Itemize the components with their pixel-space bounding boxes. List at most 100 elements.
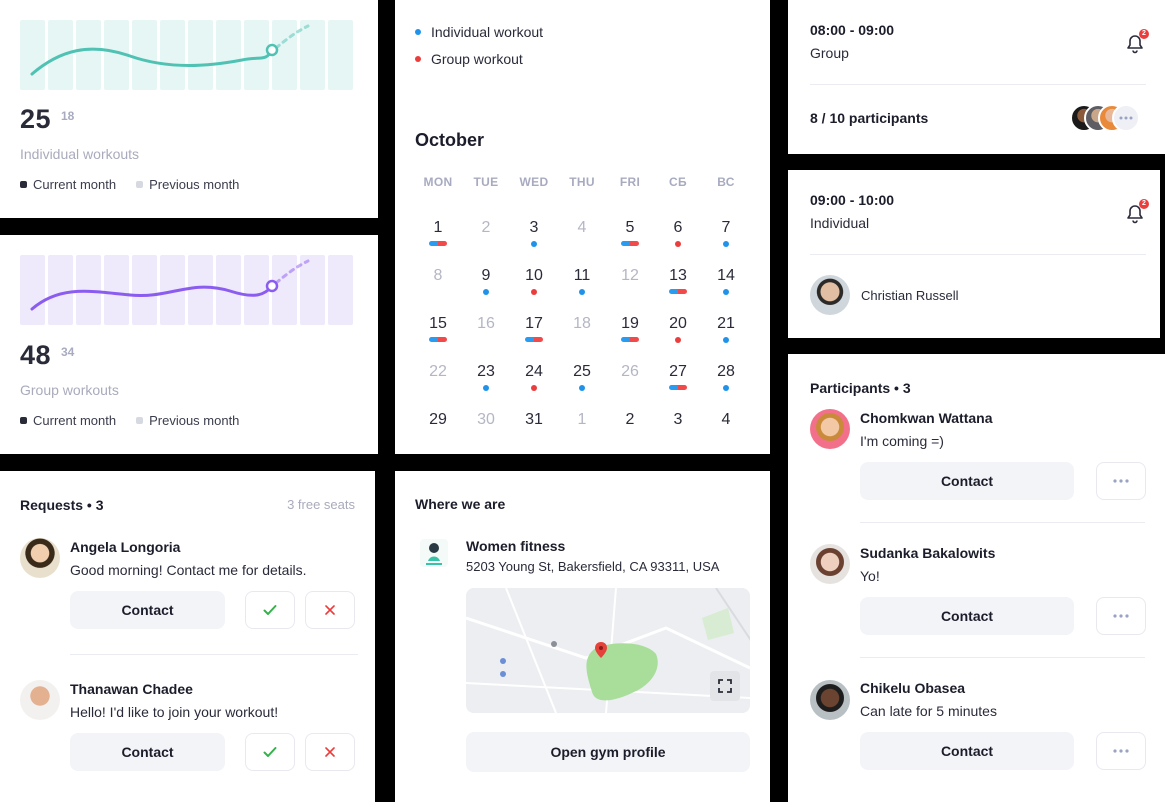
weekday-header: THU	[569, 175, 595, 189]
participant-message: Yo!	[860, 568, 880, 584]
calendar-day[interactable]: 10	[511, 267, 557, 285]
calendar-day[interactable]: 14	[703, 267, 749, 285]
calendar-day[interactable]: 8	[415, 267, 461, 285]
decline-button[interactable]	[305, 591, 355, 629]
more-options-button[interactable]	[1096, 597, 1146, 635]
calendar-day[interactable]: 16	[463, 315, 509, 333]
calendar-day[interactable]: 27	[655, 363, 701, 381]
previous-month-swatch	[136, 417, 144, 424]
more-icon	[1113, 614, 1129, 618]
open-gym-profile-button[interactable]: Open gym profile	[466, 732, 750, 772]
calendar-day[interactable]: 3	[655, 411, 701, 429]
workout-marker	[607, 241, 653, 246]
notification-button[interactable]: 2	[1124, 199, 1149, 224]
calendar-day[interactable]: 13	[655, 267, 701, 285]
stat-trend-line	[30, 259, 310, 311]
map[interactable]	[466, 588, 750, 713]
calendar-day[interactable]: 18	[559, 315, 605, 333]
weekday-header: WED	[519, 175, 549, 189]
accept-button[interactable]	[245, 733, 295, 771]
participant-name: Christian Russell	[861, 288, 959, 303]
month-title: October	[415, 130, 485, 150]
participant-avatars[interactable]	[1070, 104, 1160, 132]
contact-button[interactable]: Contact	[860, 732, 1074, 770]
calendar-day[interactable]: 12	[607, 267, 653, 285]
weekday-header: FRI	[619, 175, 641, 189]
contact-button[interactable]: Contact	[860, 462, 1074, 500]
location-card: Where we are Women fitness 5203 Young St…	[395, 471, 770, 802]
check-icon	[263, 747, 277, 757]
more-options-button[interactable]	[1096, 732, 1146, 770]
calendar-day[interactable]: 1	[559, 411, 605, 429]
calendar-day[interactable]: 29	[415, 411, 461, 429]
calendar-day[interactable]: 9	[463, 267, 509, 285]
close-icon	[325, 747, 335, 757]
participants-card: Participants • 3 Chomkwan Wattana I'm co…	[788, 354, 1165, 802]
more-icon	[1113, 479, 1129, 483]
workout-marker	[655, 385, 701, 390]
calendar-day[interactable]: 6	[655, 219, 701, 237]
calendar-day[interactable]: 24	[511, 363, 557, 381]
legend-individual: Individual workout	[415, 24, 543, 40]
legend-individual-label: Individual workout	[431, 24, 544, 40]
individual-dot	[415, 29, 421, 35]
decline-button[interactable]	[305, 733, 355, 771]
calendar-day[interactable]: 3	[511, 219, 557, 237]
accept-button[interactable]	[245, 591, 295, 629]
notification-badge: 2	[1139, 199, 1149, 209]
fullscreen-button[interactable]	[710, 671, 740, 701]
legend-group: Group workout	[415, 51, 543, 67]
participant-name: Sudanka Bakalowits	[860, 545, 996, 561]
calendar-day[interactable]: 28	[703, 363, 749, 381]
check-icon	[263, 605, 277, 615]
calendar-day[interactable]: 4	[559, 219, 605, 237]
calendar-day[interactable]: 2	[607, 411, 653, 429]
workout-marker	[511, 337, 557, 342]
calendar-day[interactable]: 26	[607, 363, 653, 381]
calendar-day[interactable]: 20	[655, 315, 701, 333]
participant-message: I'm coming =)	[860, 433, 944, 449]
notification-button[interactable]: 2	[1124, 29, 1149, 54]
contact-button[interactable]: Contact	[70, 591, 225, 629]
workout-marker	[559, 385, 605, 391]
calendar-legend: Individual workout Group workout	[415, 24, 543, 67]
stat-label: Group workouts	[20, 382, 119, 398]
free-seats-label: 3 free seats	[287, 497, 355, 512]
participants-count: 8 / 10 participants	[810, 110, 929, 126]
divider	[860, 657, 1145, 658]
calendar-card: Individual workout Group workout October…	[395, 0, 770, 454]
weekday-header: MON	[423, 175, 453, 189]
notification-badge: 2	[1139, 29, 1149, 39]
calendar-day[interactable]: 30	[463, 411, 509, 429]
more-participants-button[interactable]	[1112, 104, 1140, 132]
stat-card-individual: 25 18 Individual workouts Current month …	[0, 0, 378, 218]
calendar-day[interactable]: 7	[703, 219, 749, 237]
avatar	[810, 409, 850, 449]
session-card-individual: 09:00 - 10:00 Individual 2 Christian Rus…	[788, 170, 1160, 338]
calendar-day[interactable]: 4	[703, 411, 749, 429]
calendar-day[interactable]: 21	[703, 315, 749, 333]
more-options-button[interactable]	[1096, 462, 1146, 500]
calendar-day[interactable]: 15	[415, 315, 461, 333]
session-time: 09:00 - 10:00	[810, 192, 895, 208]
session-card-group: 08:00 - 09:00 Group 2 8 / 10 participant…	[788, 0, 1165, 154]
divider	[810, 84, 1146, 85]
calendar-day[interactable]: 22	[415, 363, 461, 381]
workout-marker	[655, 289, 701, 294]
legend-current: Current month	[33, 413, 117, 428]
calendar-day[interactable]: 25	[559, 363, 605, 381]
divider	[70, 654, 358, 655]
session-time: 08:00 - 09:00	[810, 22, 895, 38]
calendar-day[interactable]: 2	[463, 219, 509, 237]
calendar-day[interactable]: 11	[559, 267, 605, 285]
calendar-day[interactable]: 1	[415, 219, 461, 237]
contact-button[interactable]: Contact	[860, 597, 1074, 635]
calendar-day[interactable]: 19	[607, 315, 653, 333]
request-name: Thanawan Chadee	[70, 681, 193, 697]
calendar-day[interactable]: 31	[511, 411, 557, 429]
calendar-day[interactable]: 5	[607, 219, 653, 237]
calendar-day[interactable]: 17	[511, 315, 557, 333]
calendar-day[interactable]: 23	[463, 363, 509, 381]
workout-marker	[415, 241, 461, 246]
contact-button[interactable]: Contact	[70, 733, 225, 771]
